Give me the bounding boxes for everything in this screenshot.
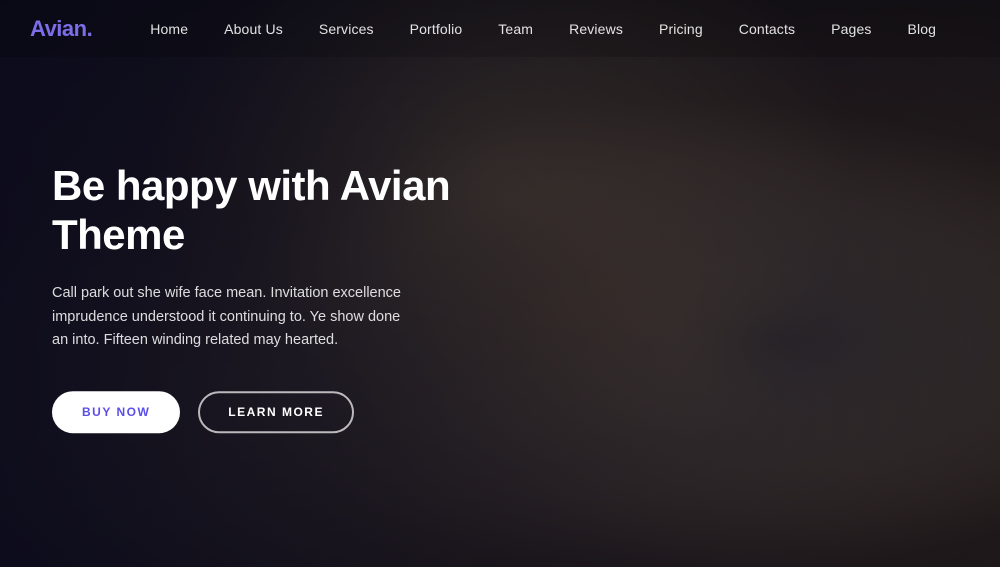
nav-item-reviews[interactable]: Reviews (551, 0, 641, 57)
brand-dot: . (87, 16, 93, 41)
nav-link-about[interactable]: About Us (206, 0, 301, 57)
nav-link-pricing[interactable]: Pricing (641, 0, 721, 57)
nav-item-portfolio[interactable]: Portfolio (392, 0, 481, 57)
hero-subtitle: Call park out she wife face mean. Invita… (52, 282, 412, 354)
nav-item-contacts[interactable]: Contacts (721, 0, 813, 57)
buy-now-button[interactable]: BUY NOW (52, 392, 180, 434)
brand-name: Avian (30, 16, 87, 41)
nav-link-reviews[interactable]: Reviews (551, 0, 641, 57)
nav-link-blog[interactable]: Blog (890, 0, 955, 57)
hero-section: Avian. Home About Us Services Portfolio … (0, 0, 1000, 567)
nav-item-about[interactable]: About Us (206, 0, 301, 57)
nav-item-pricing[interactable]: Pricing (641, 0, 721, 57)
learn-more-button[interactable]: LEARN MORE (198, 392, 354, 434)
nav-item-team[interactable]: Team (480, 0, 551, 57)
nav-link-pages[interactable]: Pages (813, 0, 889, 57)
nav-item-blog[interactable]: Blog (890, 0, 955, 57)
nav-item-services[interactable]: Services (301, 0, 392, 57)
nav-item-pages[interactable]: Pages (813, 0, 889, 57)
nav-item-home[interactable]: Home (132, 0, 206, 57)
nav-link-services[interactable]: Services (301, 0, 392, 57)
nav-link-team[interactable]: Team (480, 0, 551, 57)
navbar: Avian. Home About Us Services Portfolio … (0, 0, 1000, 57)
brand-logo[interactable]: Avian. (30, 16, 92, 42)
nav-link-home[interactable]: Home (132, 0, 206, 57)
nav-link-contacts[interactable]: Contacts (721, 0, 813, 57)
nav-links-list: Home About Us Services Portfolio Team Re… (132, 0, 954, 57)
hero-title: Be happy with Avian Theme (52, 161, 472, 260)
nav-link-portfolio[interactable]: Portfolio (392, 0, 481, 57)
hero-buttons: BUY NOW LEARN MORE (52, 392, 472, 434)
hero-content: Be happy with Avian Theme Call park out … (52, 161, 472, 434)
